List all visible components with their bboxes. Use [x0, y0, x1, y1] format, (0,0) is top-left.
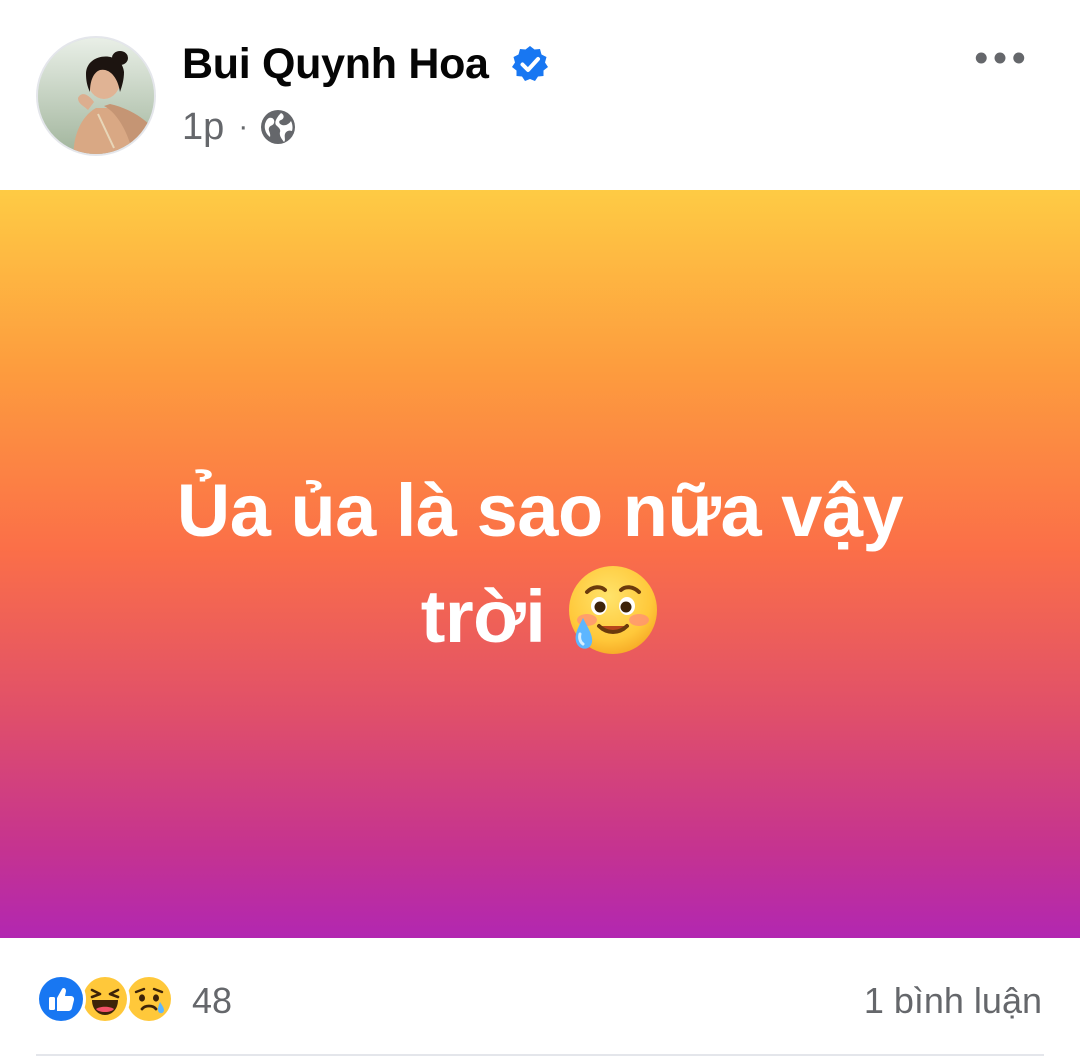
author-avatar[interactable]: [36, 36, 156, 156]
globe-icon[interactable]: [260, 109, 296, 145]
avatar-photo: [38, 38, 154, 154]
verified-badge-icon: [512, 46, 548, 81]
comment-count-link[interactable]: 1 bình luận: [864, 980, 1042, 1022]
post-header: Bui Quynh Hoa 1p ·: [0, 0, 1080, 190]
post-text-background: Ủa ủa là sao nữa vậy trời: [0, 190, 1080, 938]
post-timestamp[interactable]: 1p: [182, 106, 224, 149]
divider: [36, 1054, 1044, 1056]
post-text-line-2: trời: [420, 575, 546, 658]
post-meta: 1p ·: [182, 104, 296, 150]
face-holding-back-tears-icon: [569, 566, 658, 654]
meta-separator: ·: [238, 110, 249, 143]
like-icon: [36, 974, 86, 1024]
more-horizontal-icon: [975, 52, 1025, 64]
haha-icon: [80, 974, 130, 1024]
reaction-summary[interactable]: [36, 974, 174, 1024]
author-name[interactable]: Bui Quynh Hoa: [182, 40, 489, 89]
sad-icon: [124, 974, 174, 1024]
more-options-button[interactable]: [968, 36, 1032, 80]
post-text-line-1: Ủa ủa là sao nữa vậy: [176, 469, 904, 552]
post-content: Ủa ủa là sao nữa vậy trời: [90, 460, 990, 668]
reaction-count[interactable]: 48: [192, 980, 232, 1022]
